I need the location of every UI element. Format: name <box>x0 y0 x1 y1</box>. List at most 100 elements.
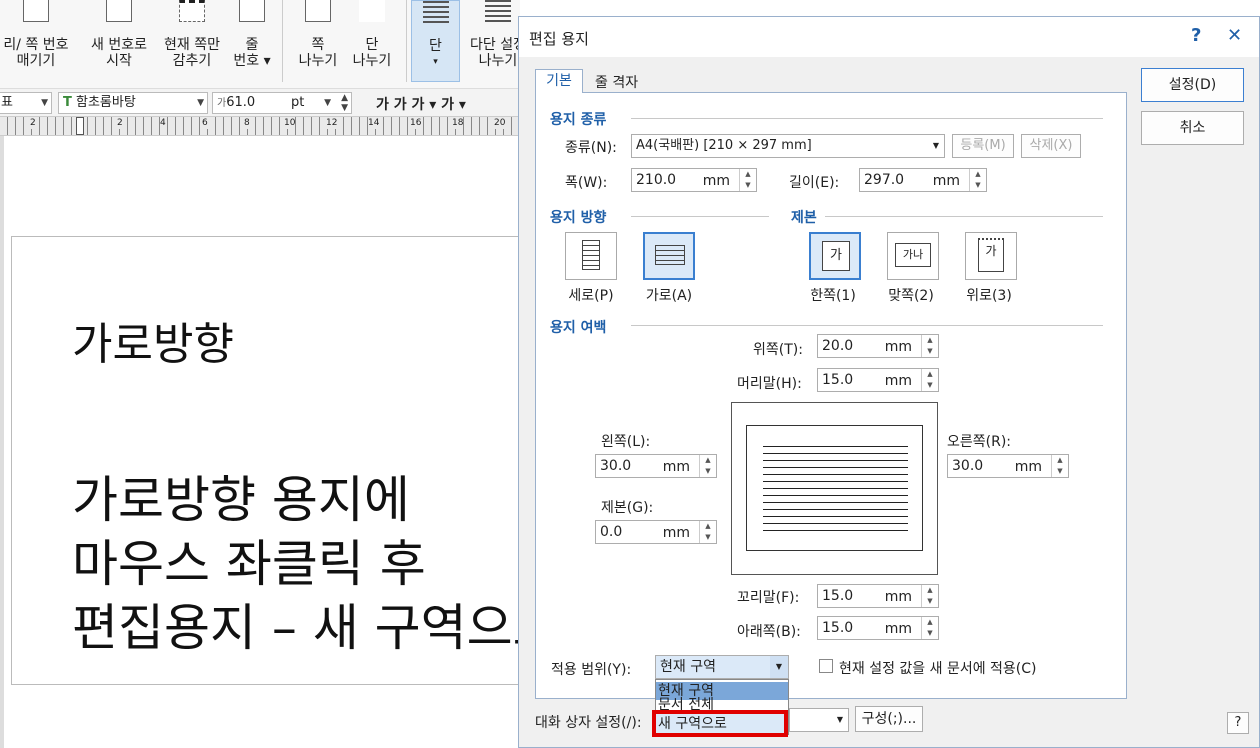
ruler-label: 16 <box>410 117 421 129</box>
section-paper-type: 용지 종류 <box>550 109 606 129</box>
binding-top-label: 위로(3) <box>954 285 1024 305</box>
register-button[interactable]: 등록(M) <box>952 134 1014 158</box>
section-margins: 용지 여백 <box>550 317 606 337</box>
char-format-buttons[interactable]: 가 가 가 ▾ 가 ▾ <box>376 94 466 114</box>
paper-kind-select[interactable]: A4(국배판) [210 × 297 mm]▼ <box>631 134 945 158</box>
ruler-label: 2 <box>30 117 36 129</box>
default-checkbox[interactable] <box>819 659 833 673</box>
bottom-margin-input[interactable]: 15.0mm▲▼ <box>817 616 939 640</box>
spinner-arrows-icon[interactable]: ▲▼ <box>921 617 938 639</box>
highlight-box <box>652 710 788 737</box>
indent-marker-icon[interactable] <box>76 117 84 135</box>
dialog-settings-label: 대화 상자 설정(/): <box>535 712 642 732</box>
length-input[interactable]: 297.0mm▲▼ <box>859 168 987 192</box>
font-size-input[interactable]: 가61.0 pt▼▲▼ <box>212 92 352 114</box>
page-number-icon <box>23 0 49 22</box>
spinner-arrows-icon[interactable]: ▲▼ <box>699 455 716 477</box>
ribbon-separator <box>282 0 283 82</box>
page-break-icon <box>305 0 331 22</box>
chevron-down-icon: ▼ <box>837 709 843 731</box>
binding-facing-option[interactable]: 가나 <box>887 232 939 280</box>
ruler-label: 10 <box>284 117 295 129</box>
gutter-margin-label: 제본(G): <box>601 497 653 517</box>
config-button[interactable]: 구성(;)... <box>855 706 923 732</box>
preview-text-lines <box>763 446 908 532</box>
doc-line-2[interactable]: 가로방향 용지에 <box>72 460 410 532</box>
chevron-down-icon: ▼ <box>41 93 48 113</box>
header-margin-label: 머리말(H): <box>737 373 802 393</box>
portrait-label: 세로(P) <box>556 285 626 305</box>
close-icon[interactable]: ✕ <box>1227 25 1242 46</box>
ruler-label: 2 <box>117 117 123 129</box>
ruler-label: 6 <box>202 117 208 129</box>
dialog-settings-select[interactable]: ▼ <box>789 708 849 732</box>
help-icon[interactable]: ? <box>1227 712 1249 734</box>
ok-button[interactable]: 설정(D) <box>1141 68 1244 102</box>
apply-scope-label: 적용 범위(Y): <box>551 659 631 679</box>
dialog-titlebar[interactable]: 편집 용지 ? ✕ <box>519 17 1259 57</box>
landscape-label: 가로(A) <box>634 285 704 305</box>
ruler-label: 20 <box>494 117 505 129</box>
left-margin-label: 왼쪽(L): <box>601 431 650 451</box>
ribbon-toolbar: 리/ 쪽 번호 매기기 새 번호로 시작 현재 쪽만 감추기 줄 번호 ▾ 쪽 … <box>0 0 520 88</box>
style-select[interactable]: 표▼ <box>0 92 52 114</box>
divider <box>631 118 1103 119</box>
font-type-icon: T <box>63 95 72 110</box>
header-margin-input[interactable]: 15.0mm▲▼ <box>817 368 939 392</box>
binding-single-label: 한쪽(1) <box>798 285 868 305</box>
spinner-arrows-icon[interactable]: ▲▼ <box>1051 455 1068 477</box>
apply-scope-select[interactable]: 현재 구역▼ <box>655 655 789 679</box>
spinner-arrows-icon[interactable]: ▲▼ <box>921 585 938 607</box>
horizontal-ruler[interactable]: 2 2 4 6 8 10 12 14 16 18 20 <box>0 116 520 136</box>
spinner-arrows-icon[interactable]: ▲▼ <box>921 335 938 357</box>
spinner-arrows-icon[interactable]: ▲▼ <box>739 169 756 191</box>
footer-margin-label: 꼬리말(F): <box>737 587 799 607</box>
default-checkbox-label: 현재 설정 값을 새 문서에 적용(C) <box>839 658 1037 678</box>
new-number-icon <box>106 0 132 22</box>
binding-facing-icon: 가나 <box>895 243 931 267</box>
ruler-label: 14 <box>368 117 379 129</box>
divider <box>631 216 769 217</box>
chevron-down-icon: ▼ <box>770 656 788 678</box>
delete-button[interactable]: 삭제(X) <box>1021 134 1081 158</box>
doc-line-1[interactable]: 가로방향 <box>72 308 234 372</box>
top-margin-input[interactable]: 20.0mm▲▼ <box>817 334 939 358</box>
tab-line-grid[interactable]: 줄 격자 <box>595 72 638 92</box>
cancel-button[interactable]: 취소 <box>1141 111 1244 145</box>
spinner-arrows-icon[interactable]: ▲▼ <box>969 169 986 191</box>
width-input[interactable]: 210.0mm▲▼ <box>631 168 757 192</box>
footer-margin-input[interactable]: 15.0mm▲▼ <box>817 584 939 608</box>
binding-top-icon: 가 <box>978 238 1004 272</box>
binding-single-icon: 가 <box>822 241 850 271</box>
doc-line-3[interactable]: 마우스 좌클릭 후 <box>72 524 426 596</box>
spinner-arrows-icon[interactable]: ▲▼ <box>921 369 938 391</box>
length-label: 길이(E): <box>789 172 839 192</box>
line-number-icon <box>239 0 265 22</box>
binding-single-option[interactable]: 가 <box>809 232 861 280</box>
ruler-label: 12 <box>326 117 337 129</box>
kind-label: 종류(N): <box>565 137 617 157</box>
columns-button[interactable]: 단 ▾ <box>411 0 460 82</box>
columns-icon <box>423 1 449 23</box>
width-label: 폭(W): <box>565 172 607 192</box>
dialog-title: 편집 용지 <box>529 28 589 49</box>
left-margin-input[interactable]: 30.0mm▲▼ <box>595 454 717 478</box>
font-select[interactable]: T 함초롬바탕▼ <box>58 92 208 114</box>
tab-basic[interactable]: 기본 <box>535 69 583 93</box>
landscape-option[interactable] <box>643 232 695 280</box>
help-icon[interactable]: ? <box>1191 25 1201 46</box>
binding-top-option[interactable]: 가 <box>965 232 1017 280</box>
spinner-arrows-icon[interactable]: ▲▼ <box>341 93 348 113</box>
gutter-margin-input[interactable]: 0.0mm▲▼ <box>595 520 717 544</box>
spinner-arrows-icon[interactable]: ▲▼ <box>699 521 716 543</box>
divider <box>631 325 1103 326</box>
right-margin-label: 오른쪽(R): <box>947 431 1011 451</box>
section-orientation: 용지 방향 <box>550 207 606 227</box>
page-edge <box>0 136 4 748</box>
doc-line-4[interactable]: 편집용지 – 새 구역으로 <box>72 588 559 660</box>
page-preview <box>731 402 938 575</box>
right-margin-input[interactable]: 30.0mm▲▼ <box>947 454 1069 478</box>
portrait-option[interactable] <box>565 232 617 280</box>
binding-facing-label: 맞쪽(2) <box>876 285 946 305</box>
preview-page <box>746 425 923 551</box>
